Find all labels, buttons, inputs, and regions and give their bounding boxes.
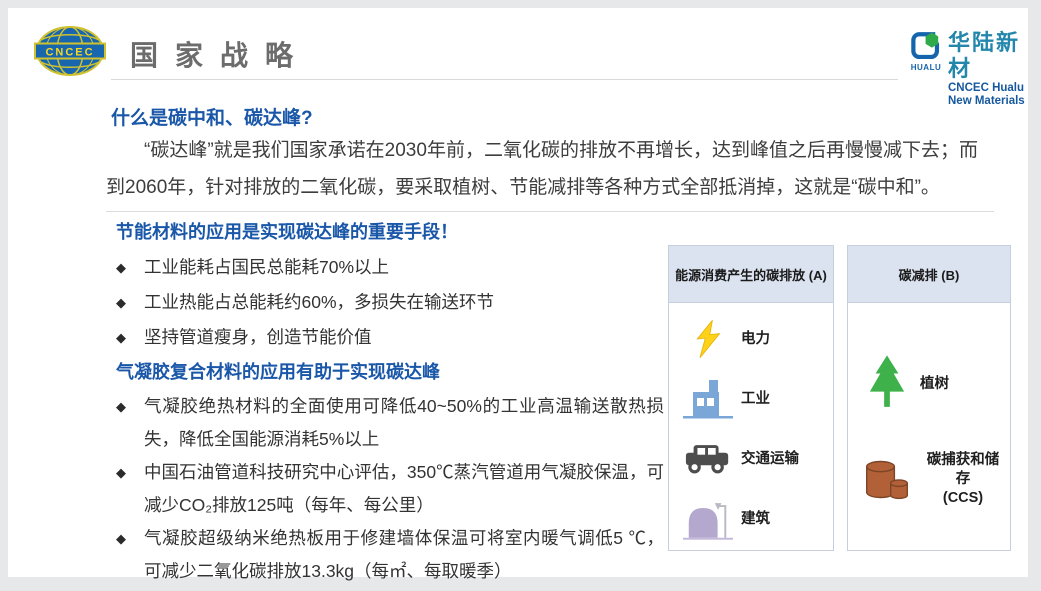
- lightning-icon: [675, 317, 741, 361]
- energy-saving-heading: 节能材料的应用是实现碳达峰的重要手段！: [116, 218, 664, 244]
- cncec-globe-icon: CNCEC: [34, 24, 106, 80]
- panel-row-ccs: 碳捕获和储存 (CCS): [854, 451, 1006, 508]
- bullet-text: 工业热能占总能耗约60%，多损失在输送环节: [144, 285, 664, 320]
- barrels-icon: [854, 457, 920, 502]
- hualu-mark-caption: HUALU: [911, 63, 942, 72]
- panel-item-label: 电力: [741, 330, 770, 349]
- intro-paragraph: “碳达峰”就是我们国家承诺在2030年前，二氧化碳的排放不再增长，达到峰值之后再…: [106, 132, 978, 206]
- car-icon: [675, 444, 741, 475]
- bullet-item: ◆ 工业能耗占国民总能耗70%以上: [116, 250, 664, 285]
- section-divider: [106, 211, 994, 212]
- bullet-text: 气凝胶绝热材料的全面使用可降低40~50%的工业高温输送散热损失，降低全国能源消…: [144, 390, 664, 456]
- cncec-logo-text: CNCEC: [45, 47, 94, 59]
- hualu-logo: HUALU 华陆新材 CNCEC Hualu New Materials: [909, 30, 1028, 107]
- panel-row-tree: 植树: [854, 355, 1006, 413]
- ccs-label-line1: 碳捕获和储存: [920, 451, 1006, 489]
- carbon-reduction-panel: 碳减排 (B) 植树: [847, 245, 1011, 551]
- bullet-item: ◆ 气凝胶超级纳米绝热板用于修建墙体保温可将室内暖气调低5 ℃，可减少二氧化碳排…: [116, 522, 664, 588]
- aerogel-heading: 气凝胶复合材料的应用有助于实现碳达峰: [116, 358, 664, 384]
- bullet-item: ◆ 气凝胶绝热材料的全面使用可降低40~50%的工业高温输送散热损失，降低全国能…: [116, 390, 664, 456]
- cncec-globe-logo: CNCEC: [34, 24, 106, 80]
- factory-icon: [675, 378, 741, 420]
- diamond-bullet-icon: ◆: [116, 456, 144, 522]
- hualu-wordmark: 华陆新材 CNCEC Hualu New Materials: [948, 30, 1028, 107]
- panel-b-body: 植树 碳捕获和储存 (CCS): [848, 303, 1010, 508]
- diamond-bullet-icon: ◆: [116, 250, 144, 285]
- panel-b-title: 碳减排 (B): [848, 246, 1010, 303]
- panel-item-label: 植树: [920, 375, 949, 394]
- diamond-bullet-icon: ◆: [116, 390, 144, 456]
- intro-heading: 什么是碳中和、碳达峰?: [111, 103, 313, 130]
- diamond-bullet-icon: ◆: [116, 320, 144, 355]
- bullet-item: ◆ 工业热能占总能耗约60%，多损失在输送环节: [116, 285, 664, 320]
- title-divider: [111, 79, 898, 80]
- diamond-bullet-icon: ◆: [116, 522, 144, 588]
- hualu-name-en-1: CNCEC Hualu: [948, 82, 1028, 95]
- bullet-item: ◆ 中国石油管道科技研究中心评估，350℃蒸汽管道用气凝胶保温，可减少CO₂排放…: [116, 456, 664, 522]
- bullet-text: 气凝胶超级纳米绝热板用于修建墙体保温可将室内暖气调低5 ℃，可减少二氧化碳排放1…: [144, 522, 664, 588]
- carbon-emission-panel: 能源消费产生的碳排放 (A) 电力: [668, 245, 834, 551]
- diamond-bullet-icon: ◆: [116, 285, 144, 320]
- panel-a-body: 电力 工业: [669, 303, 833, 549]
- panel-item-label: 建筑: [741, 510, 770, 529]
- presentation-slide: CNCEC 国家战略 HUALU 华陆新材 CNCEC Hualu New Ma…: [0, 0, 1041, 591]
- bullet-text: 坚持管道瘦身，创造节能价值: [144, 320, 664, 355]
- ccs-label-line2: (CCS): [920, 489, 1006, 508]
- panel-row-building: 建筑: [675, 489, 829, 549]
- aerogel-section: 气凝胶复合材料的应用有助于实现碳达峰 ◆ 气凝胶绝热材料的全面使用可降低40~5…: [116, 358, 664, 588]
- tree-icon: [854, 355, 920, 413]
- energy-saving-section: 节能材料的应用是实现碳达峰的重要手段！ ◆ 工业能耗占国民总能耗70%以上 ◆ …: [116, 218, 664, 355]
- hualu-name-en-2: New Materials: [948, 95, 1028, 108]
- building-icon: [675, 498, 741, 541]
- hualu-name-cn: 华陆新材: [948, 30, 1028, 82]
- panel-a-title: 能源消费产生的碳排放 (A): [669, 246, 833, 303]
- bullet-item: ◆ 坚持管道瘦身，创造节能价值: [116, 320, 664, 355]
- energy-saving-bullets: ◆ 工业能耗占国民总能耗70%以上 ◆ 工业热能占总能耗约60%，多损失在输送环…: [116, 250, 664, 355]
- hualu-mark: HUALU: [909, 30, 943, 72]
- panel-row-transport: 交通运输: [675, 429, 829, 489]
- slide-canvas: CNCEC 国家战略 HUALU 华陆新材 CNCEC Hualu New Ma…: [8, 8, 1028, 577]
- page-title: 国家战略: [130, 34, 310, 74]
- hualu-mark-icon: [909, 30, 943, 62]
- panel-row-electricity: 电力: [675, 309, 829, 369]
- panel-item-label: 碳捕获和储存 (CCS): [920, 451, 1006, 508]
- bullet-text: 中国石油管道科技研究中心评估，350℃蒸汽管道用气凝胶保温，可减少CO₂排放12…: [144, 456, 664, 522]
- panel-row-industry: 工业: [675, 369, 829, 429]
- bullet-text: 工业能耗占国民总能耗70%以上: [144, 250, 664, 285]
- panel-item-label: 工业: [741, 390, 770, 409]
- panel-item-label: 交通运输: [741, 450, 799, 469]
- aerogel-bullets: ◆ 气凝胶绝热材料的全面使用可降低40~50%的工业高温输送散热损失，降低全国能…: [116, 390, 664, 588]
